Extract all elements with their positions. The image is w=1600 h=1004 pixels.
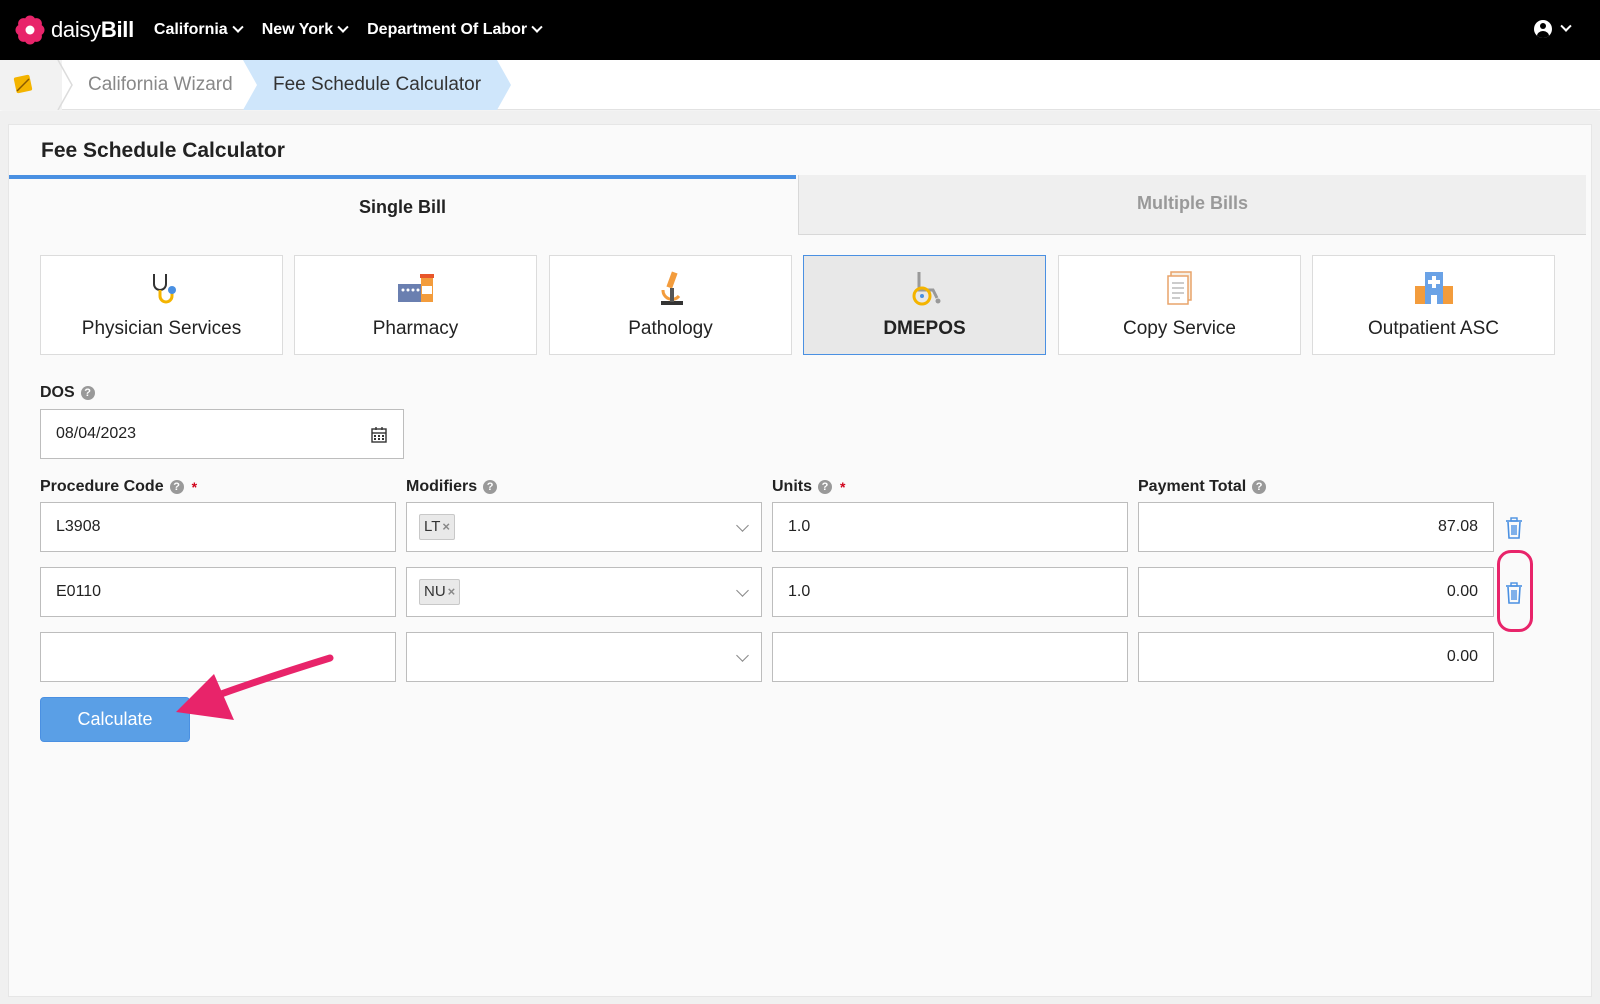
breadcrumb-current: Fee Schedule Calculator <box>243 60 513 110</box>
modifiers-select[interactable]: NU × <box>406 567 762 617</box>
help-icon[interactable]: ? <box>483 480 498 494</box>
service-tile-label: Copy Service <box>1123 318 1236 339</box>
modifiers-select[interactable]: LT × <box>406 502 762 552</box>
payment-total-output: 0.00 <box>1138 567 1494 617</box>
required-mark: * <box>191 479 198 495</box>
microscope-icon <box>660 271 683 305</box>
service-tile-pharmacy[interactable]: Pharmacy <box>294 255 537 355</box>
document-icon <box>1166 271 1192 305</box>
breadcrumb-separator <box>57 60 73 110</box>
chevron-down-icon <box>1560 20 1572 32</box>
pharmacy-icon <box>397 274 434 302</box>
page-title: Fee Schedule Calculator <box>41 139 285 162</box>
calculate-button[interactable]: Calculate <box>40 697 190 742</box>
service-tile-copy-service[interactable]: Copy Service <box>1058 255 1301 355</box>
help-icon[interactable]: ? <box>80 386 95 400</box>
procedure-code-label: Procedure Code? * <box>40 478 198 495</box>
remove-tag-icon[interactable]: × <box>448 580 456 604</box>
dos-date-input[interactable]: 08/04/2023 <box>40 409 404 459</box>
modifier-tag: LT × <box>419 514 455 540</box>
help-icon[interactable]: ? <box>818 480 832 494</box>
logo-text: daisyBill <box>51 17 134 42</box>
units-input[interactable] <box>772 632 1128 682</box>
annotation-highlight <box>1497 550 1533 632</box>
daisy-logo-icon <box>15 15 45 45</box>
help-icon[interactable]: ? <box>1252 480 1267 494</box>
chevron-down-icon <box>736 519 749 532</box>
breadcrumb: California Wizard Fee Schedule Calculato… <box>0 60 1600 110</box>
help-icon[interactable]: ? <box>169 480 184 494</box>
payment-total-label: Payment Total? <box>1138 478 1267 496</box>
service-tile-label: Outpatient ASC <box>1368 318 1499 339</box>
trash-icon[interactable] <box>1505 517 1523 539</box>
required-mark: * <box>840 479 846 495</box>
breadcrumb-home[interactable] <box>0 60 62 110</box>
nav-menu-new-york[interactable]: New York <box>262 21 349 39</box>
units-input[interactable]: 1.0 <box>772 567 1128 617</box>
chevron-down-icon <box>736 649 749 662</box>
chevron-down-icon <box>531 21 543 33</box>
service-tile-pathology[interactable]: Pathology <box>549 255 792 355</box>
chevron-down-icon <box>337 21 349 33</box>
service-tile-label: Pathology <box>628 318 713 339</box>
payment-total-output: 87.08 <box>1138 502 1494 552</box>
dos-label: DOS? <box>40 384 95 402</box>
breadcrumb-california-wizard[interactable]: California Wizard <box>88 60 233 110</box>
user-menu[interactable] <box>1534 20 1572 38</box>
dos-value: 08/04/2023 <box>56 425 137 442</box>
tab-bar: Single Bill Multiple Bills <box>9 175 1593 235</box>
service-tile-label: Physician Services <box>81 318 242 339</box>
user-icon <box>1534 20 1552 38</box>
calendar-icon[interactable] <box>371 426 387 443</box>
tab-multiple-bills[interactable]: Multiple Bills <box>798 175 1586 235</box>
service-tile-label: Pharmacy <box>372 318 459 339</box>
annotation-arrow <box>176 654 334 720</box>
units-input[interactable]: 1.0 <box>772 502 1128 552</box>
breadcrumb-fee-schedule-calculator: Fee Schedule Calculator <box>273 74 482 95</box>
service-tile-physician-services[interactable]: Physician Services <box>40 255 283 355</box>
service-tile-dmepos[interactable]: DMEPOS <box>803 255 1046 355</box>
chevron-down-icon <box>736 584 749 597</box>
nav-menu-california[interactable]: California <box>154 21 244 39</box>
chevron-down-icon <box>232 21 244 33</box>
payment-total-output: 0.00 <box>1138 632 1494 682</box>
notepad-icon <box>13 74 33 94</box>
modifiers-select[interactable] <box>406 632 762 682</box>
remove-tag-icon[interactable]: × <box>442 515 450 539</box>
stethoscope-icon <box>152 274 176 304</box>
procedure-code-input[interactable]: E0110 <box>40 567 396 617</box>
nav-menu-department-of-labor[interactable]: Department Of Labor <box>367 21 543 39</box>
service-tile-outpatient-asc[interactable]: Outpatient ASC <box>1312 255 1555 355</box>
hospital-icon <box>1414 272 1453 304</box>
service-tile-label: DMEPOS <box>883 318 966 339</box>
procedure-code-input[interactable]: L3908 <box>40 502 396 552</box>
modifiers-label: Modifiers? <box>406 478 498 496</box>
tab-single-bill[interactable]: Single Bill <box>9 175 796 235</box>
units-label: Units? * <box>772 478 846 495</box>
modifier-tag: NU × <box>419 579 461 605</box>
wheelchair-icon <box>912 272 940 306</box>
top-nav: daisyBill California New York Department… <box>0 0 1600 60</box>
logo[interactable]: daisyBill <box>15 15 134 45</box>
